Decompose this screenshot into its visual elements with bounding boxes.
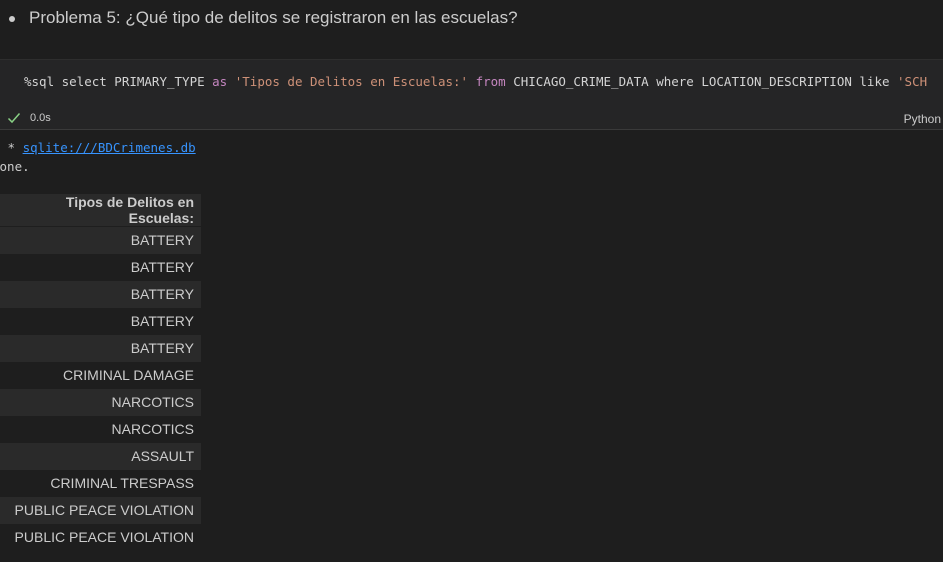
cell-output-divider [0, 129, 943, 130]
table-cell: PUBLIC PEACE VIOLATION [0, 496, 201, 524]
table-row: NARCOTICS [0, 415, 201, 443]
table-row: BATTERY [0, 253, 201, 281]
table-row: BATTERY [0, 226, 201, 254]
code-token-like-string: 'SCH [897, 74, 928, 89]
table-cell: BATTERY [0, 253, 201, 281]
table-row: PUBLIC PEACE VIOLATION [0, 523, 201, 551]
markdown-bullet-text: Problema 5: ¿Qué tipo de delitos se regi… [29, 8, 518, 27]
code-editor-line[interactable]: %sql select PRIMARY_TYPE as 'Tipos de De… [24, 73, 927, 91]
connection-line: * sqlite:///BDCrimenes.db [0, 139, 196, 157]
table-row: NARCOTICS [0, 388, 201, 416]
table-cell: CRIMINAL DAMAGE [0, 361, 201, 389]
table-cell: CRIMINAL TRESPASS [0, 469, 201, 497]
table-row: BATTERY [0, 334, 201, 362]
code-cell[interactable]: %sql select PRIMARY_TYPE as 'Tipos de De… [0, 59, 943, 130]
code-token-from-keyword: from [475, 74, 506, 89]
result-table: Tipos de Delitos en Escuelas: BATTERY BAT… [0, 194, 201, 551]
bullet-icon [9, 16, 15, 22]
kernel-language-label[interactable]: Python [904, 112, 941, 126]
table-cell: ASSAULT [0, 442, 201, 470]
execution-status-row: 0.0s Python [0, 110, 943, 130]
code-token-alias-string: 'Tipos de Delitos en Escuelas:' [234, 74, 469, 89]
table-row: CRIMINAL DAMAGE [0, 361, 201, 389]
execution-time: 0.0s [30, 112, 51, 124]
code-token-as-keyword: as [212, 74, 228, 89]
connection-prefix: * [0, 140, 23, 155]
code-token-table-clause: CHICAGO_CRIME_DATA where LOCATION_DESCRI… [505, 74, 898, 89]
table-row: PUBLIC PEACE VIOLATION [0, 496, 201, 524]
done-text: Done. [0, 159, 30, 174]
table-row: BATTERY [0, 280, 201, 308]
table-cell: BATTERY [0, 226, 201, 254]
table-row: BATTERY [0, 307, 201, 335]
markdown-cell[interactable]: Problema 5: ¿Qué tipo de delitos se regi… [0, 0, 943, 42]
check-icon [7, 113, 21, 124]
table-cell: BATTERY [0, 307, 201, 335]
table-cell: BATTERY [0, 334, 201, 362]
table-row: CRIMINAL TRESPASS [0, 469, 201, 497]
connection-link[interactable]: sqlite:///BDCrimenes.db [23, 140, 196, 155]
table-cell: NARCOTICS [0, 415, 201, 443]
table-cell: BATTERY [0, 280, 201, 308]
table-cell: NARCOTICS [0, 388, 201, 416]
table-row: ASSAULT [0, 442, 201, 470]
table-cell: PUBLIC PEACE VIOLATION [0, 523, 201, 551]
code-token-sql: %sql select PRIMARY_TYPE [24, 74, 213, 89]
table-header: Tipos de Delitos en Escuelas: [0, 194, 201, 227]
